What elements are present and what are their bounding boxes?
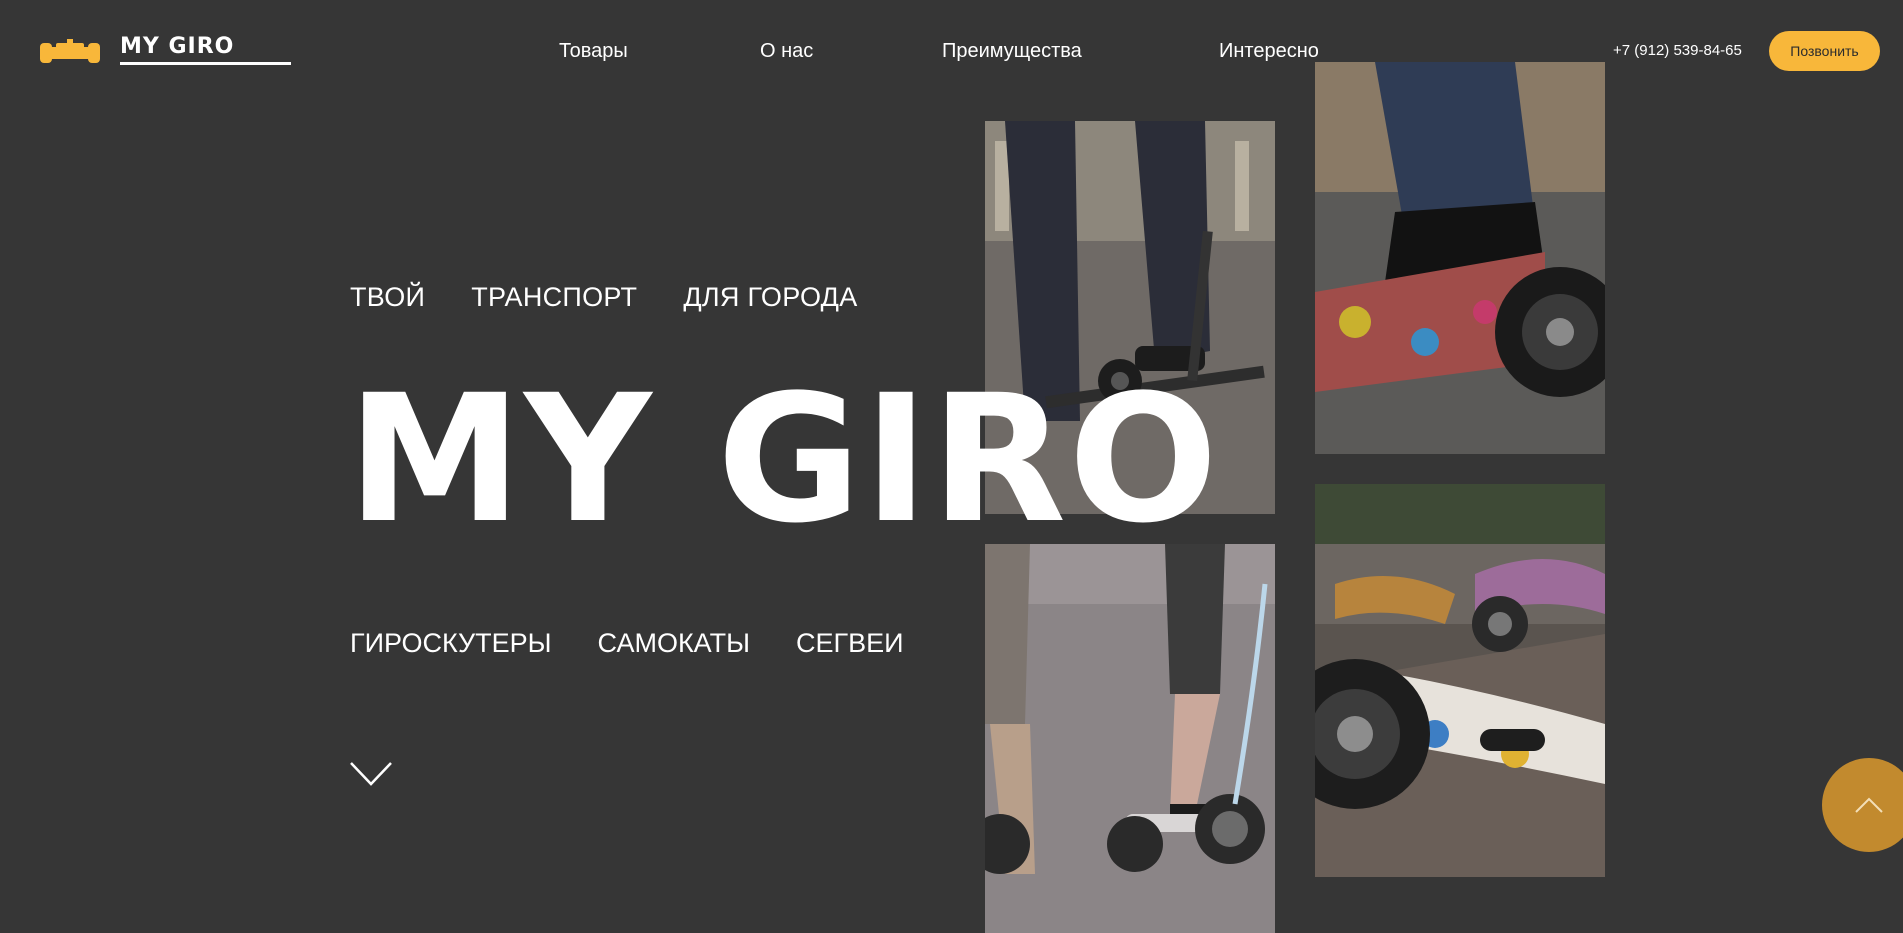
chevron-up-icon <box>1855 797 1883 813</box>
photo-hoverboards-wooden <box>1315 484 1605 877</box>
logo[interactable]: MY GIRO <box>40 34 291 66</box>
landing-page: MY GIRO Товары О нас Преимущества Интере… <box>0 0 1903 933</box>
tagline-word: ТРАНСПОРТ <box>471 282 638 312</box>
nav-item-about[interactable]: О нас <box>760 38 813 64</box>
site-header: MY GIRO Товары О нас Преимущества Интере… <box>0 0 1903 100</box>
chevron-down-icon <box>350 762 392 786</box>
hero-title: MY GIRO <box>347 357 1220 562</box>
category-hoverboards[interactable]: ГИРОСКУТЕРЫ <box>350 626 552 660</box>
phone-number[interactable]: +7 (912) 539-84-65 <box>1613 41 1742 61</box>
nav-item-products[interactable]: Товары <box>559 38 628 64</box>
scroll-to-top-button[interactable] <box>1822 758 1903 852</box>
photo-segways <box>985 544 1275 933</box>
hero-categories: ГИРОСКУТЕРЫ САМОКАТЫ СЕГВЕИ <box>350 626 904 660</box>
logo-text: MY GIRO <box>120 34 235 59</box>
photo-hoverboard-graffiti <box>1315 62 1605 454</box>
tagline-word: ДЛЯ ГОРОДА <box>683 282 858 312</box>
call-button[interactable]: Позвонить <box>1769 31 1880 71</box>
category-segways[interactable]: СЕГВЕИ <box>796 626 904 660</box>
scroll-down-button[interactable] <box>349 760 393 788</box>
hero-tagline: ТВОЙ ТРАНСПОРТ ДЛЯ ГОРОДА <box>350 280 858 314</box>
logo-underline <box>120 62 291 65</box>
tagline-word: ТВОЙ <box>350 282 426 312</box>
nav-item-advantages[interactable]: Преимущества <box>942 38 1082 64</box>
category-scooters[interactable]: САМОКАТЫ <box>598 626 750 660</box>
nav-item-interesting[interactable]: Интересно <box>1219 38 1319 64</box>
hoverboard-icon <box>40 39 100 63</box>
